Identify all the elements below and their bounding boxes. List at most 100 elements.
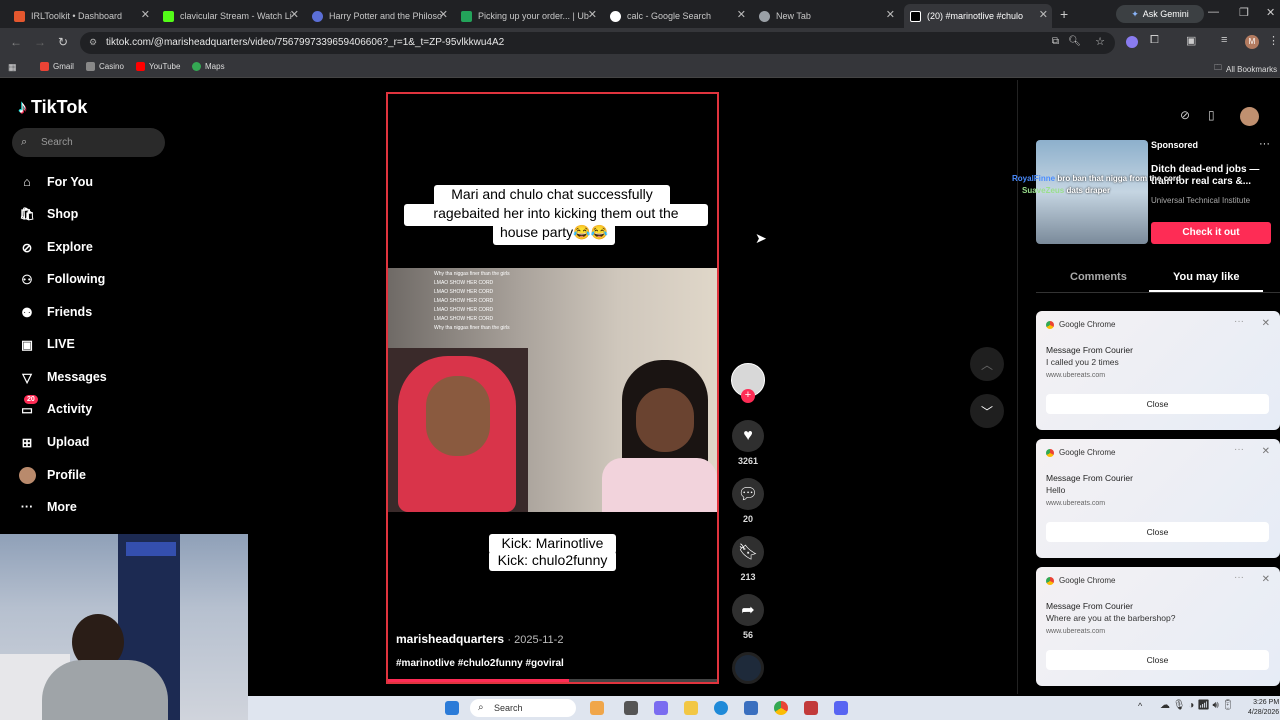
previous-video-button[interactable]: ︿ (970, 347, 1004, 381)
site-info-icon[interactable]: ⚙ (89, 37, 97, 48)
search-input[interactable]: Search (12, 128, 165, 157)
chat-line: Why tha niggas finer than the girls (434, 325, 510, 331)
app-icon[interactable] (804, 701, 818, 715)
explore-compass-icon[interactable]: ⊘ (1180, 108, 1190, 122)
tray-icons[interactable]: ☁ 🎙︎ ◑ 📶︎ 🔊︎ 🔋︎ (1160, 700, 1234, 711)
file-explorer-icon[interactable] (684, 701, 698, 715)
sidepanel-icon[interactable]: ▣ (1186, 34, 1196, 47)
close-icon[interactable]: ✕ (1262, 574, 1270, 585)
sound-disc[interactable] (732, 652, 764, 684)
close-icon[interactable]: ✕ (886, 8, 895, 21)
menu-icon[interactable]: ⋮ (1268, 34, 1279, 47)
close-icon[interactable]: ✕ (439, 8, 448, 21)
maximize-icon[interactable]: ❐ (1239, 6, 1249, 19)
next-video-button[interactable]: ﹀ (970, 394, 1004, 428)
nav-friends[interactable]: ⚉ Friends (18, 300, 92, 324)
share-button[interactable]: ➦ 56 (732, 594, 764, 640)
close-icon[interactable]: ✕ (1262, 318, 1270, 329)
tiktok-logo[interactable]: ♪ TikTok (18, 97, 87, 118)
more-options-icon[interactable]: ··· (1234, 572, 1244, 583)
address-bar[interactable]: ⚙ tiktok.com/@marisheadquarters/video/75… (80, 32, 1115, 54)
nav-live[interactable]: ▣ LIVE (18, 332, 75, 356)
user-avatar[interactable] (1240, 107, 1259, 126)
close-window-icon[interactable]: ✕ (1266, 6, 1275, 19)
ad-options-icon[interactable]: ··· (1259, 138, 1270, 150)
device-icon[interactable]: ▯ (1208, 108, 1215, 122)
bookmark-maps[interactable]: Maps (192, 62, 225, 71)
store-icon[interactable] (744, 701, 758, 715)
bookmark-gmail[interactable]: Gmail (40, 62, 74, 71)
nav-profile[interactable]: Profile (18, 463, 86, 487)
bookmark-casino[interactable]: Casino (86, 62, 124, 71)
video-progress-bar[interactable] (388, 679, 717, 682)
minimize-icon[interactable]: — (1208, 6, 1219, 18)
video-hashtags[interactable]: #marinotlive #chulo2funny #goviral (396, 658, 564, 669)
browser-tab[interactable]: Picking up your order... | Ub ✕ (455, 4, 601, 28)
notification-close-button[interactable]: Close (1046, 394, 1269, 414)
nav-shop[interactable]: 🛍︎ Shop (18, 202, 78, 226)
taskbar-search[interactable]: ⌕ Search (470, 699, 576, 717)
video-player[interactable]: Mari and chulo chat successfully ragebai… (386, 92, 719, 684)
nav-more[interactable]: ··· More (18, 495, 77, 519)
tab-comments[interactable]: Comments (1070, 271, 1127, 283)
reload-icon[interactable]: ↻ (58, 35, 68, 49)
nav-explore[interactable]: ⊘ Explore (18, 235, 93, 259)
more-options-icon[interactable]: ··· (1234, 444, 1244, 455)
tray-chevron-icon[interactable]: ^ (1138, 701, 1142, 711)
close-icon[interactable]: ✕ (290, 8, 299, 21)
chrome-taskbar-icon[interactable] (774, 701, 788, 715)
close-icon[interactable]: ✕ (1262, 446, 1270, 457)
all-bookmarks[interactable]: 🗀 All Bookmarks (1214, 62, 1277, 76)
chrome-notification[interactable]: Google Chrome ··· ✕ Message From Courier… (1036, 439, 1280, 558)
close-icon[interactable]: ✕ (1039, 8, 1048, 21)
nav-upload[interactable]: ⊞ Upload (18, 430, 90, 454)
close-icon[interactable]: ✕ (737, 8, 746, 21)
notification-close-button[interactable]: Close (1046, 522, 1269, 542)
nav-messages[interactable]: ▽ Messages (18, 365, 107, 389)
forward-icon[interactable]: → (34, 35, 46, 49)
tab-you-may-like[interactable]: You may like (1173, 271, 1239, 283)
discord-icon[interactable] (834, 701, 848, 715)
taskbar-clock[interactable]: 3:26 PM 4/28/2026 (1248, 698, 1279, 718)
puzzle-icon[interactable]: ⧠ (1150, 34, 1159, 47)
nav-for-you[interactable]: ⌂ For You (18, 170, 93, 194)
apps-icon[interactable]: ▦ (8, 62, 17, 73)
browser-tab[interactable]: New Tab ✕ (753, 4, 899, 28)
reading-list-icon[interactable]: ≡ (1221, 34, 1227, 46)
follow-plus-icon[interactable]: + (741, 389, 755, 403)
chrome-notification[interactable]: Google Chrome ··· ✕ Message From Courier… (1036, 567, 1280, 686)
comment-button[interactable]: 💬︎ 20 (732, 478, 764, 524)
copilot-icon[interactable] (654, 701, 668, 715)
browser-tab-active[interactable]: (20) #marinotlive #chulo ✕ (904, 4, 1052, 28)
new-tab-button[interactable]: + (1060, 6, 1068, 22)
close-icon[interactable]: ✕ (588, 8, 597, 21)
ad-advertiser: Universal Technical Institute (1151, 196, 1251, 205)
browser-tab[interactable]: clavicular Stream - Watch Li ✕ (157, 4, 303, 28)
browser-tab[interactable]: IRLToolkit • Dashboard ✕ (8, 4, 154, 28)
chrome-notification[interactable]: Google Chrome ··· ✕ Message From Courier… (1036, 311, 1280, 430)
windows-start-icon[interactable] (445, 701, 459, 715)
task-view-icon[interactable] (624, 701, 638, 715)
notification-close-button[interactable]: Close (1046, 650, 1269, 670)
like-button[interactable]: ♥ 3261 (732, 420, 764, 466)
zoom-icon[interactable]: 🔍︎ (1068, 36, 1081, 47)
widgets-icon[interactable] (590, 701, 604, 715)
extension-icon[interactable] (1126, 36, 1138, 48)
browser-tab[interactable]: calc - Google Search ✕ (604, 4, 750, 28)
bookmark-star-icon[interactable]: ☆ (1095, 35, 1105, 48)
cast-icon[interactable]: ⧉ (1052, 36, 1059, 47)
browser-tab[interactable]: Harry Potter and the Philoso ✕ (306, 4, 452, 28)
bookmark-youtube[interactable]: YouTube (136, 62, 180, 71)
ask-gemini-button[interactable]: ✦ Ask Gemini (1116, 5, 1204, 23)
edge-icon[interactable] (714, 701, 728, 715)
more-options-icon[interactable]: ··· (1234, 316, 1244, 327)
nav-following[interactable]: ⚇ Following (18, 267, 105, 291)
check-it-out-button[interactable]: Check it out (1151, 222, 1271, 244)
nav-activity[interactable]: ▭ 20 Activity (18, 395, 92, 421)
back-icon[interactable]: ← (10, 35, 22, 49)
save-button[interactable]: 🔖︎ 213 (732, 536, 764, 582)
profile-avatar-icon[interactable]: M (1245, 35, 1259, 49)
creator-avatar[interactable]: + (731, 363, 765, 403)
author-username[interactable]: marisheadquarters (396, 632, 504, 646)
close-icon[interactable]: ✕ (141, 8, 150, 21)
